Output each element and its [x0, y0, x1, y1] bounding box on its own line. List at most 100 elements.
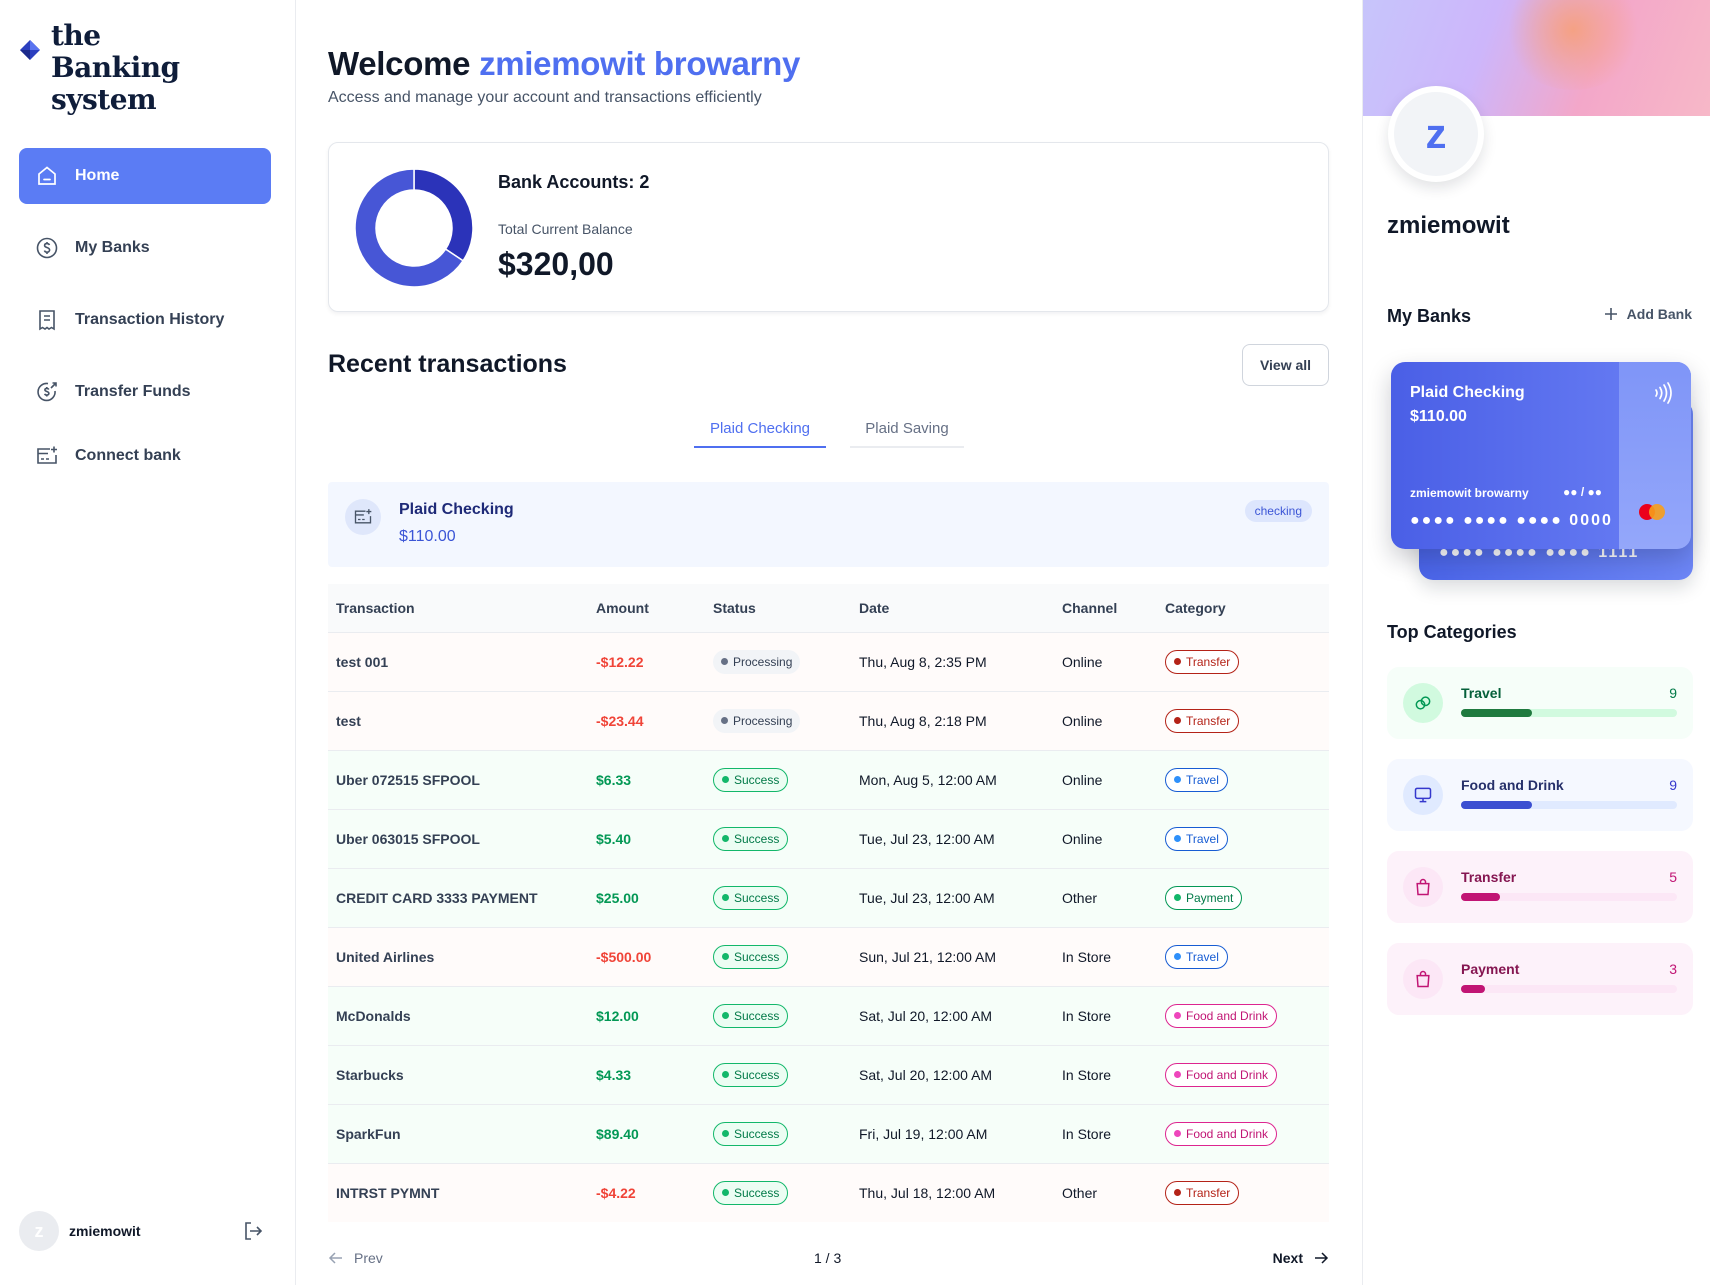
receipt-icon	[35, 308, 59, 332]
right-sidebar: z zmiemowit My Banks Add Bank ●●●● ●●●● …	[1362, 0, 1710, 1285]
category-food-and-drink: Food and Drink 9	[1387, 759, 1693, 831]
transaction-date: Thu, Aug 8, 2:35 PM	[851, 631, 1054, 691]
transaction-name: test	[328, 690, 588, 750]
bank-accounts-count: Bank Accounts: 2	[498, 172, 650, 192]
table-row[interactable]: CREDIT CARD 3333 PAYMENT $25.00 Success Tue…	[328, 867, 1329, 927]
category-label: Food and Drink	[1186, 1067, 1269, 1082]
status-label: Success	[734, 831, 780, 846]
category-progress-fill	[1461, 893, 1500, 901]
category-dot	[1174, 1130, 1181, 1137]
shopping-bag-icon	[1403, 867, 1443, 907]
contactless-icon	[1655, 382, 1672, 404]
transaction-name: McDonalds	[328, 985, 588, 1045]
transaction-amount: -$4.22	[588, 1162, 705, 1222]
status-dot	[721, 658, 728, 665]
profile-avatar[interactable]: z	[1388, 86, 1484, 182]
table-row[interactable]: McDonalds $12.00 Success Sat, Jul 20, 12:00…	[328, 985, 1329, 1045]
status-badge: Success	[713, 944, 789, 969]
status-label: Processing	[733, 713, 793, 728]
column-header: Channel	[1054, 584, 1157, 632]
logout-icon[interactable]	[241, 1219, 265, 1243]
transaction-name: INTRST PYMNT	[328, 1162, 588, 1222]
sidebar-item-my-banks[interactable]: My Banks	[19, 220, 271, 276]
status-badge: Success	[713, 1121, 789, 1146]
category-progress	[1461, 709, 1677, 717]
sidebar-nav: Home My Banks Transaction History Transf…	[19, 148, 271, 500]
table-row[interactable]: Starbucks $4.33 Success Sat, Jul 20, 12:00 …	[328, 1044, 1329, 1104]
transactions-table: Transaction Amount Status Date Channel C…	[328, 584, 1329, 1222]
prev-page-button[interactable]: Prev	[328, 1250, 383, 1266]
sidebar-item-label: Transaction History	[75, 311, 225, 328]
account-name: Plaid Checking	[399, 501, 514, 518]
account-tabs: Plaid Checking Plaid Saving	[694, 410, 964, 448]
sidebar-item-home[interactable]: Home	[19, 148, 271, 204]
balance-donut-chart	[355, 169, 473, 287]
category-badge: Food and Drink	[1165, 1003, 1278, 1028]
status-cell: Success	[705, 749, 851, 809]
top-categories-title: Top Categories	[1387, 622, 1517, 642]
category-badge: Transfer	[1165, 649, 1240, 674]
recent-transactions-title: Recent transactions	[328, 350, 567, 378]
category-cell: Transfer	[1157, 690, 1329, 750]
category-label: Food and Drink	[1186, 1008, 1269, 1023]
sidebar-item-transfer-funds[interactable]: Transfer Funds	[19, 364, 271, 420]
category-cell: Travel	[1157, 926, 1329, 986]
category-transfer: Transfer 5	[1387, 851, 1693, 923]
transaction-name: test 001	[328, 631, 588, 691]
card-expiry: ●● / ●●	[1563, 485, 1602, 499]
add-bank-button[interactable]: Add Bank	[1603, 306, 1692, 322]
add-bank-label: Add Bank	[1626, 306, 1692, 322]
wallet-card-icon	[345, 499, 381, 535]
next-label: Next	[1272, 1250, 1303, 1266]
category-dot	[1174, 1071, 1181, 1078]
category-dot	[1174, 894, 1181, 901]
category-cell: Food and Drink	[1157, 1044, 1329, 1104]
account-balance: $110.00	[399, 528, 456, 545]
transaction-name: Starbucks	[328, 1044, 588, 1104]
transaction-amount: $5.40	[588, 808, 705, 868]
status-dot	[722, 1012, 729, 1019]
category-name: Food and Drink	[1461, 777, 1564, 793]
column-header: Amount	[588, 584, 705, 632]
transaction-channel: In Store	[1054, 926, 1157, 986]
table-row[interactable]: test 001 -$12.22 Processing Thu, Aug 8, 2:3…	[328, 631, 1329, 691]
category-dot	[1174, 658, 1181, 665]
status-badge: Success	[713, 826, 789, 851]
donut-segment	[413, 169, 473, 262]
status-dot	[721, 717, 728, 724]
profile-name: zmiemowit	[1387, 212, 1510, 239]
table-row[interactable]: Uber 063015 SFPOOL $5.40 Success Tue, Jul 2…	[328, 808, 1329, 868]
home-icon	[35, 164, 59, 188]
table-row[interactable]: SparkFun $89.40 Success Fri, Jul 19, 12:00 …	[328, 1103, 1329, 1163]
avatar[interactable]: z	[19, 1211, 59, 1251]
category-count: 9	[1669, 685, 1677, 701]
tab-plaid-checking[interactable]: Plaid Checking	[694, 410, 826, 448]
status-cell: Success	[705, 1162, 851, 1222]
sidebar-item-connect-bank[interactable]: Connect bank	[19, 428, 271, 484]
category-progress-fill	[1461, 801, 1533, 809]
table-row[interactable]: test -$23.44 Processing Thu, Aug 8, 2:18 PM…	[328, 690, 1329, 750]
table-row[interactable]: INTRST PYMNT -$4.22 Success Thu, Jul 18, 12…	[328, 1162, 1329, 1222]
transaction-amount: $89.40	[588, 1103, 705, 1163]
card-holder-name: zmiemowit browarny	[1410, 486, 1529, 500]
column-header: Status	[705, 584, 851, 632]
category-badge: Transfer	[1165, 708, 1240, 733]
status-label: Success	[734, 890, 780, 905]
table-row[interactable]: United Airlines -$500.00 Success Sun, Jul 2…	[328, 926, 1329, 986]
category-label: Payment	[1186, 890, 1234, 905]
sidebar-item-transaction-history[interactable]: Transaction History	[19, 292, 271, 348]
table-row[interactable]: Uber 072515 SFPOOL $6.33 Success Mon, Aug 5…	[328, 749, 1329, 809]
card-account-name: Plaid Checking	[1410, 384, 1525, 401]
next-page-button[interactable]: Next	[1273, 1250, 1329, 1266]
transaction-date: Mon, Aug 5, 12:00 AM	[851, 749, 1054, 809]
category-payment: Payment 3	[1387, 943, 1693, 1015]
status-label: Success	[734, 1185, 780, 1200]
sidebar-user-name: zmiemowit	[69, 1223, 141, 1239]
view-all-button[interactable]: View all	[1242, 344, 1329, 386]
category-label: Travel	[1186, 772, 1219, 787]
status-dot	[722, 835, 729, 842]
tab-plaid-saving[interactable]: Plaid Saving	[850, 410, 964, 448]
bank-card-primary[interactable]: Plaid Checking $110.00 zmiemowit browarn…	[1391, 362, 1691, 549]
logo[interactable]: the Banking system	[18, 20, 221, 116]
column-header: Transaction	[328, 584, 588, 632]
